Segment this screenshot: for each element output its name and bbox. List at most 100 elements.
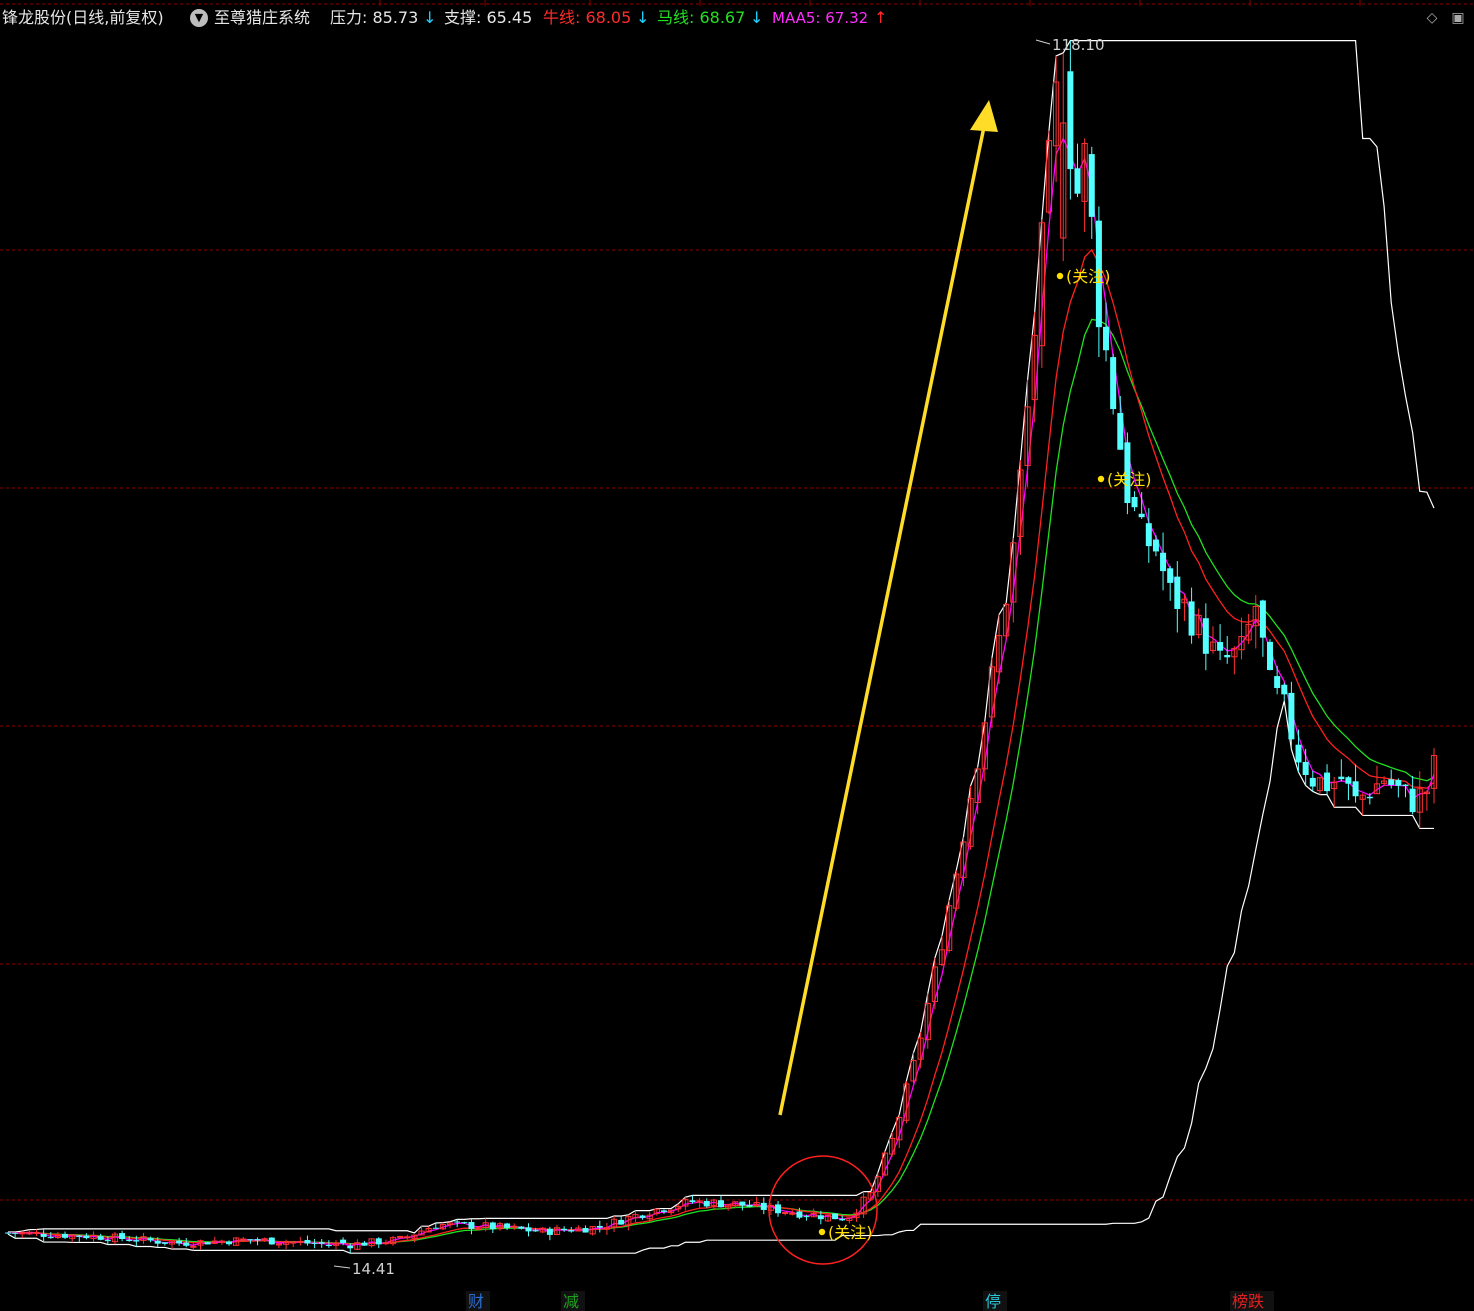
candle-body-down — [161, 1242, 168, 1244]
candle-body-down — [568, 1230, 575, 1232]
candle-body-down — [40, 1233, 47, 1237]
candle-body-down — [1302, 761, 1309, 776]
candle-body-up — [382, 1242, 389, 1245]
candle-body-down — [1345, 777, 1352, 784]
candle-body-down — [76, 1235, 83, 1237]
candle-body-down — [1281, 684, 1288, 695]
candle-body-down — [1409, 788, 1416, 813]
candle-body-down — [803, 1216, 810, 1218]
trend-arrow-head-icon — [970, 100, 998, 132]
candle-body-down — [361, 1242, 368, 1246]
candle-body-down — [1202, 618, 1209, 654]
candle-body-down — [468, 1222, 475, 1229]
candle-body-down — [1117, 413, 1124, 450]
note-label: (关注) — [1107, 470, 1152, 489]
event-marker-label: 减 — [563, 1292, 579, 1311]
candle-body-down — [1138, 513, 1145, 518]
candle-body-down — [639, 1215, 646, 1218]
candle-body-down — [832, 1213, 839, 1220]
candle-body-down — [62, 1233, 69, 1238]
candle-body-down — [1295, 744, 1302, 763]
candle-body-down — [83, 1235, 90, 1239]
note-dot — [1097, 475, 1105, 483]
candle-body-down — [739, 1201, 746, 1206]
bull-line — [7, 248, 1435, 1245]
candle-body-down — [1274, 676, 1281, 689]
candle-body-down — [1160, 552, 1167, 572]
candle-body-down — [546, 1228, 553, 1235]
candle-body-down — [689, 1200, 696, 1203]
candle-body-down — [254, 1239, 261, 1241]
candle-body-down — [703, 1200, 710, 1207]
event-marker-label: 停 — [985, 1292, 1001, 1311]
maa5-line — [7, 137, 1435, 1247]
candle-body-down — [104, 1240, 111, 1242]
min-price-label: 14.41 — [352, 1260, 395, 1278]
candle-body-down — [1395, 780, 1402, 786]
candle-body-down — [119, 1233, 126, 1240]
candle-body-up — [511, 1225, 518, 1228]
candle-body-down — [226, 1241, 233, 1245]
candle-body-down — [561, 1228, 568, 1231]
candle-body-down — [582, 1228, 589, 1233]
candle-body-down — [47, 1237, 54, 1239]
candle-body-down — [1188, 601, 1195, 636]
candle-body-down — [1366, 796, 1373, 799]
candle-body-down — [12, 1232, 19, 1234]
candle-body-down — [775, 1204, 782, 1214]
candle-body-down — [618, 1219, 625, 1225]
trend-arrow-line — [778, 121, 987, 1116]
candle-body-down — [311, 1242, 318, 1244]
candle-body-down — [133, 1240, 140, 1242]
candle-body-down — [504, 1223, 511, 1228]
candle-body-down — [432, 1227, 439, 1229]
candle-body-down — [839, 1218, 846, 1221]
candle-body-down — [1067, 71, 1074, 170]
candle-body-down — [1388, 779, 1395, 785]
candlestick-chart[interactable]: 118.10 14.41 (关注) (关注) (关注) 财 减 停 榜跌 — [0, 0, 1474, 1311]
candle-body-down — [1110, 357, 1117, 410]
max-price-label: 118.10 — [1052, 36, 1105, 54]
note-label: (关注) — [1066, 267, 1111, 286]
candle-body-down — [1288, 692, 1295, 740]
candle-body-down — [268, 1237, 275, 1245]
candle-body-up — [33, 1231, 40, 1234]
candle-body-down — [304, 1240, 311, 1244]
candle-body-down — [1224, 654, 1231, 658]
candle-body-up — [240, 1238, 247, 1241]
candle-body-down — [1324, 772, 1331, 792]
candle-body-down — [796, 1211, 803, 1218]
candle-body-down — [147, 1238, 154, 1241]
horse-line — [7, 318, 1435, 1245]
candle-body-down — [325, 1244, 332, 1246]
candle-body-down — [532, 1230, 539, 1232]
note-label: (关注) — [828, 1223, 873, 1242]
note-dot — [818, 1228, 826, 1236]
candle-body-down — [154, 1240, 161, 1244]
candle-body-down — [247, 1239, 254, 1241]
candle-body-up — [789, 1212, 796, 1215]
event-marker-label: 榜跌 — [1232, 1292, 1264, 1311]
candle-body-down — [1217, 642, 1224, 651]
candle-body-up — [290, 1241, 297, 1244]
candle-body-up — [782, 1212, 789, 1215]
candle-body-down — [489, 1222, 496, 1230]
channel-lower-line — [7, 700, 1434, 1254]
candle-body-down — [718, 1200, 724, 1208]
candle-body-down — [746, 1204, 753, 1207]
max-price-pointer — [1035, 39, 1051, 45]
candle-body-down — [183, 1242, 190, 1246]
candle-body-down — [1259, 600, 1266, 638]
candle-body-down — [1174, 576, 1181, 609]
candle-body-down — [1309, 777, 1316, 787]
min-price-pointer — [333, 1265, 351, 1269]
candle-body-down — [660, 1210, 667, 1212]
candle-body-up — [297, 1240, 304, 1243]
candle-body-down — [1402, 784, 1409, 786]
candle-body-down — [126, 1239, 133, 1242]
candle-body-down — [1088, 154, 1095, 217]
candle-body-down — [204, 1242, 211, 1245]
candle-body-down — [1338, 776, 1345, 780]
candle-body-down — [817, 1215, 824, 1220]
candle-body-down — [518, 1226, 525, 1229]
